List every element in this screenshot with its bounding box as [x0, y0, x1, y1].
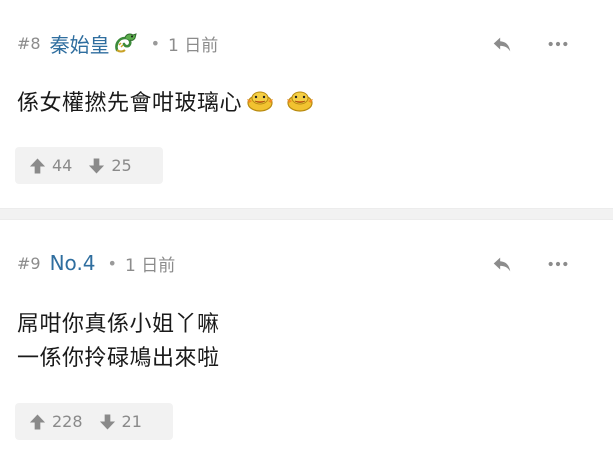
floor-number: #9	[17, 253, 41, 273]
thumb-down-arrow-icon	[99, 413, 115, 430]
post-content: 屌咁你真係小姐丫嘛 一係你拎碌鳩出來啦	[17, 308, 220, 376]
post-8: #8 秦始皇 • 1 日前 係女權撚先會咁玻璃心 44 25	[0, 0, 613, 208]
content-line: 一係你拎碌鳩出來啦	[17, 346, 220, 371]
post-header: #9 No.4 • 1 日前	[17, 248, 175, 278]
upvote-button[interactable]: 44	[29, 156, 72, 175]
duck-emoji-icon	[245, 89, 275, 113]
upvote-button[interactable]: 228	[29, 412, 83, 431]
thumb-up-arrow-icon	[29, 413, 46, 430]
separator-dot: •	[107, 253, 117, 273]
upvote-count: 228	[52, 412, 83, 431]
downvote-count: 25	[111, 156, 132, 175]
more-icon[interactable]	[543, 250, 573, 278]
post-actions	[487, 250, 573, 278]
username-link[interactable]: No.4	[50, 251, 96, 275]
post-content: 係女權撚先會咁玻璃心	[17, 87, 315, 121]
dragon-icon	[113, 30, 139, 56]
content-line: 係女權撚先會咁玻璃心	[17, 91, 243, 116]
downvote-button[interactable]: 21	[99, 412, 142, 431]
thumb-up-arrow-icon	[29, 157, 46, 174]
more-icon[interactable]	[543, 30, 573, 58]
separator-dot: •	[150, 33, 161, 53]
upvote-count: 44	[52, 156, 73, 175]
downvote-count: 21	[121, 412, 142, 431]
vote-bar: 228 21	[15, 403, 173, 440]
post-time: 1 日前	[124, 255, 176, 276]
downvote-button[interactable]: 25	[88, 156, 132, 175]
username-link[interactable]: 秦始皇	[50, 29, 110, 58]
content-line: 屌咁你真係小姐丫嘛	[17, 312, 220, 337]
post-header: #8 秦始皇 • 1 日前	[17, 28, 218, 58]
vote-bar: 44 25	[15, 147, 163, 184]
post-actions	[487, 30, 573, 58]
duck-emoji-icon	[285, 89, 315, 113]
post-time: 1 日前	[168, 35, 219, 56]
reply-icon[interactable]	[487, 30, 517, 58]
reply-icon[interactable]	[487, 250, 517, 278]
post-9: #9 No.4 • 1 日前 屌咁你真係小姐丫嘛 一係你拎碌鳩出來啦 228 2…	[0, 220, 613, 467]
post-divider	[0, 208, 613, 220]
floor-number: #8	[17, 33, 41, 53]
thumb-down-arrow-icon	[89, 157, 105, 174]
thread-page: #8 秦始皇 • 1 日前 係女權撚先會咁玻璃心 44 25 #9 No.4 •…	[0, 0, 613, 467]
